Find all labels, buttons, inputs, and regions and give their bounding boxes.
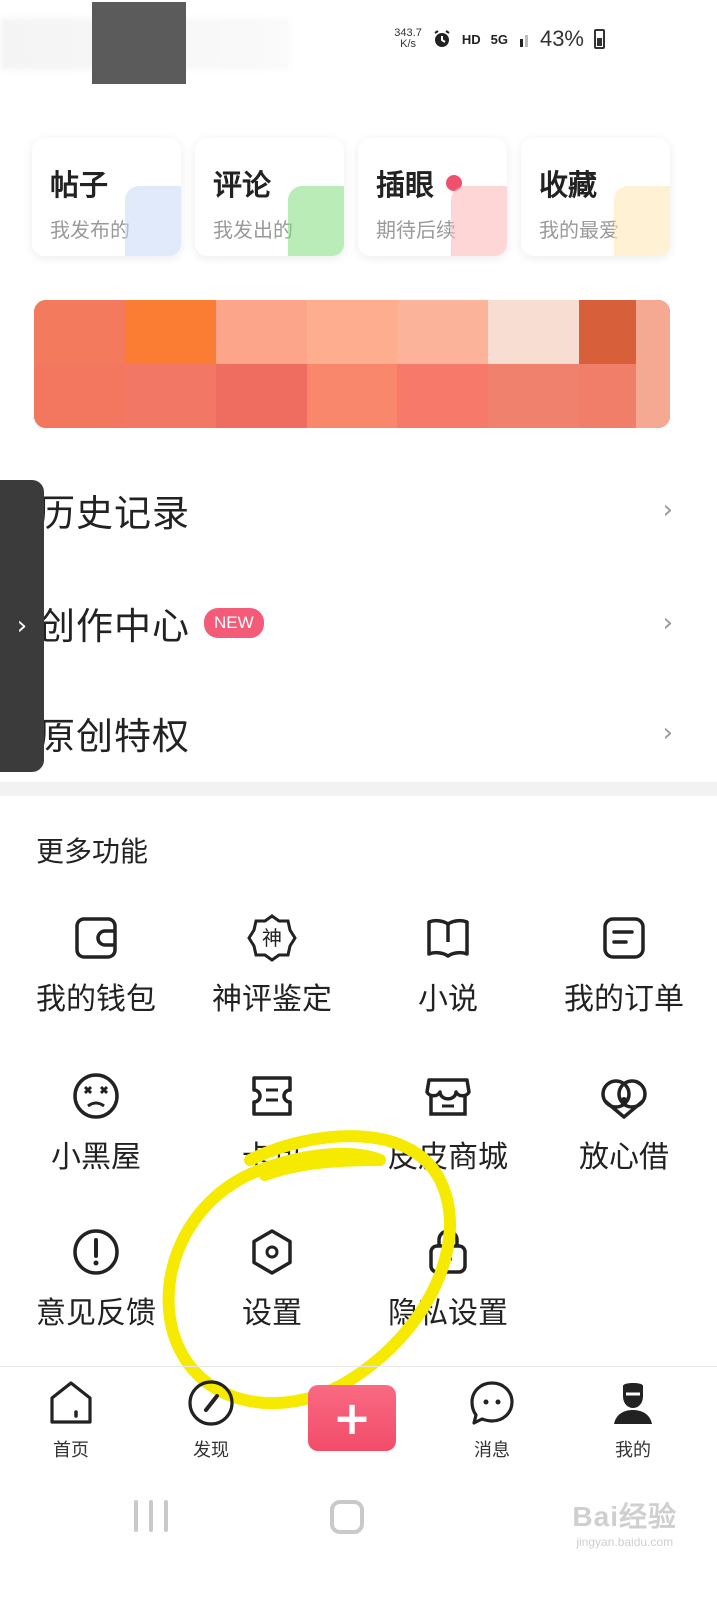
network-speed: 343.7 K/s (394, 28, 422, 50)
card-bookmarks-eye[interactable]: 插眼 期待后续 (358, 138, 507, 256)
grid-item-orders[interactable]: 我的订单 (536, 912, 712, 1018)
grid-item-label: 我的钱包 (36, 982, 156, 1017)
promo-banner[interactable] (34, 300, 670, 428)
more-functions-title: 更多功能 (36, 835, 149, 868)
grid-item-settings[interactable]: 设置 (184, 1226, 360, 1332)
chevron-right-icon: › (16, 611, 28, 641)
nav-discover[interactable]: 发现 (156, 1378, 266, 1462)
home-icon (50, 1381, 92, 1424)
grid-item-shop[interactable]: 皮皮商城 (360, 1070, 536, 1176)
watermark-main: Bai经验 (572, 1501, 677, 1532)
chevron-right-icon: › (662, 718, 673, 748)
compass-icon (188, 1380, 234, 1426)
star-illustration-icon (614, 186, 670, 256)
grid-item-god-comment[interactable]: 神 神评鉴定 (184, 912, 360, 1018)
card-posts[interactable]: 帖子 我发布的 (32, 138, 181, 256)
nav-label: 首页 (53, 1440, 89, 1461)
nav-home[interactable]: 首页 (16, 1378, 126, 1462)
dizzy-face-icon (73, 1073, 119, 1119)
watermark-sub: jingyan.baidu.com (576, 1535, 674, 1549)
card-title: 插眼 (376, 168, 435, 202)
settings-icon (252, 1229, 292, 1275)
nav-label: 消息 (474, 1440, 510, 1461)
battery-icon (594, 29, 605, 49)
nav-mine[interactable]: 我的 (578, 1378, 688, 1462)
grid-item-loan[interactable]: 放心借 (536, 1070, 712, 1176)
bottom-nav-separator (0, 1366, 717, 1367)
signal-icon (519, 35, 528, 47)
network-type: 5G (490, 31, 508, 47)
post-illustration-icon (125, 186, 181, 256)
grid-item-label: 小黑屋 (51, 1140, 141, 1175)
chevron-right-icon: › (662, 608, 673, 638)
battery-percent: 43% (539, 26, 584, 51)
grid-item-label: 神评鉴定 (212, 982, 332, 1017)
network-speed-unit: K/s (400, 38, 417, 50)
ticket-icon (252, 1076, 292, 1116)
side-drawer-handle[interactable]: › (0, 480, 44, 772)
menu-row-original-privilege[interactable]: 原创特权 › (0, 678, 717, 788)
menu-row-history[interactable]: 历史记录 › (0, 455, 717, 565)
menu-row-label: 历史记录 (38, 492, 190, 535)
section-divider (0, 782, 717, 796)
grid-item-blackroom[interactable]: 小黑屋 (8, 1070, 184, 1176)
baidu-jingyan-watermark: Bai经验 jingyan.baidu.com (572, 1495, 677, 1549)
alarm-clock-icon (434, 30, 450, 47)
grid-item-novel[interactable]: 小说 (360, 912, 536, 1018)
menu-row-creation-center[interactable]: 创作中心 NEW › (0, 568, 717, 678)
grid-item-card-pack[interactable]: 卡包 (184, 1070, 360, 1176)
new-badge: NEW (204, 608, 264, 638)
feedback-icon (73, 1229, 119, 1275)
grid-item-privacy[interactable]: 隐私设置 (360, 1226, 536, 1332)
nav-messages[interactable]: 消息 (437, 1378, 547, 1462)
shop-icon (425, 1078, 471, 1116)
system-home-button[interactable] (330, 1500, 364, 1534)
wallet-icon (75, 917, 117, 959)
eye-illustration-icon (451, 186, 507, 256)
status-bar: 343.7 K/s HD 5G 43% (0, 0, 717, 84)
hd-indicator: HD (461, 31, 481, 47)
grid-item-label: 我的订单 (564, 982, 684, 1017)
card-comments[interactable]: 评论 我发出的 (195, 138, 344, 256)
nav-label: 我的 (615, 1440, 651, 1461)
publish-button[interactable]: + (308, 1385, 396, 1451)
status-indicators: 343.7 K/s HD 5G 43% (394, 26, 605, 52)
recent-apps-button[interactable] (134, 1500, 168, 1532)
card-favorites[interactable]: 收藏 我的最爱 (521, 138, 670, 256)
chat-bubble-icon (470, 1381, 514, 1425)
user-avatar-icon (614, 1383, 652, 1424)
order-icon (603, 917, 645, 959)
banner-pixelated-image (34, 300, 670, 428)
chevron-right-icon: › (662, 495, 673, 525)
grid-item-wallet[interactable]: 我的钱包 (8, 912, 184, 1018)
god-comment-badge-icon: 神 (247, 914, 297, 962)
grid-item-label: 意见反馈 (36, 1296, 156, 1331)
grid-item-feedback[interactable]: 意见反馈 (8, 1226, 184, 1332)
redacted-block (92, 2, 186, 84)
book-icon (427, 918, 469, 958)
banner-edge (636, 300, 670, 428)
grid-item-label: 皮皮商城 (388, 1140, 508, 1175)
menu-row-label: 原创特权 (38, 715, 190, 758)
nav-label: 发现 (193, 1440, 229, 1461)
grid-item-label: 放心借 (579, 1140, 669, 1175)
comment-illustration-icon (288, 186, 344, 256)
grid-item-label: 小说 (418, 982, 478, 1017)
menu-row-label: 创作中心 (38, 605, 190, 648)
grid-item-label: 卡包 (242, 1140, 302, 1175)
quick-cards: 帖子 我发布的 评论 我发出的 插眼 期待后续 收藏 我的最爱 (32, 138, 670, 258)
loan-icon (601, 1079, 647, 1119)
grid-item-label: 隐私设置 (388, 1296, 508, 1331)
grid-item-label: 设置 (242, 1296, 302, 1331)
lock-icon (429, 1229, 467, 1274)
svg-text:神: 神 (262, 926, 282, 950)
